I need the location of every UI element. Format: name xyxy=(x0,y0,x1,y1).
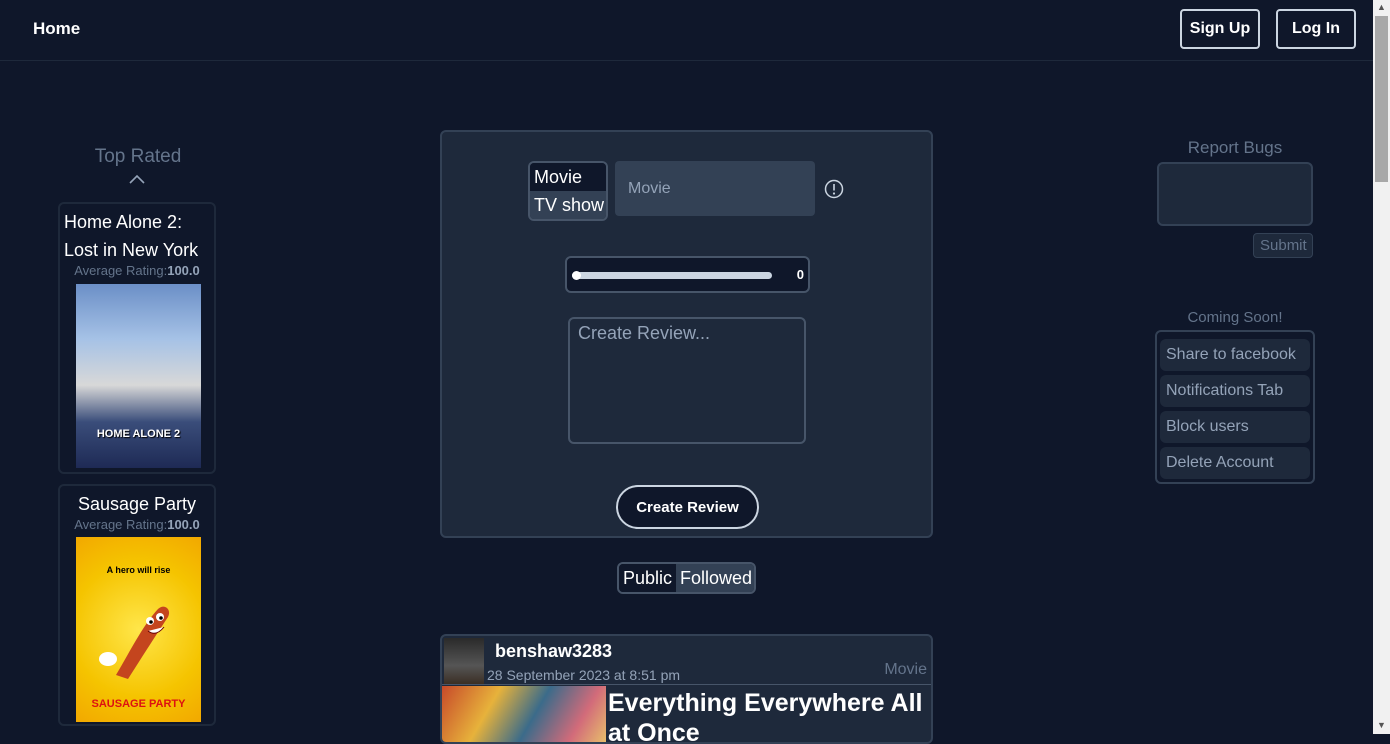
post-media-type: Movie xyxy=(884,661,927,678)
log-in-button[interactable]: Log In xyxy=(1276,9,1356,49)
coming-soon-list: Share to facebook Notifications Tab Bloc… xyxy=(1155,330,1315,484)
rating-value: 0 xyxy=(796,267,804,282)
post-username[interactable]: benshaw3283 xyxy=(495,641,612,662)
movie-title: Sausage Party xyxy=(77,494,197,514)
review-post[interactable]: benshaw3283 28 September 2023 at 8:51 pm… xyxy=(440,634,933,744)
home-link[interactable]: Home xyxy=(33,19,80,39)
feed-public-tab[interactable]: Public xyxy=(619,564,677,592)
movie-poster: HOME ALONE 2 xyxy=(76,284,201,468)
post-date: 28 September 2023 at 8:51 pm xyxy=(487,667,681,683)
media-type-movie[interactable]: Movie xyxy=(530,163,606,191)
coming-soon-delete-account[interactable]: Delete Account xyxy=(1160,447,1310,479)
movie-title: Home Alone 2: Lost in New York xyxy=(64,212,199,260)
coming-soon-block-users[interactable]: Block users xyxy=(1160,411,1310,443)
title-search-input[interactable] xyxy=(615,161,815,216)
scroll-down-arrow-icon[interactable]: ▼ xyxy=(1377,720,1386,730)
scroll-thumb[interactable] xyxy=(1375,16,1388,182)
post-title[interactable]: Everything Everywhere All at Once xyxy=(608,688,928,742)
rating-slider[interactable]: 0 xyxy=(565,256,810,293)
post-divider xyxy=(442,684,931,685)
page-scrollbar[interactable]: ▲ ▼ xyxy=(1373,0,1390,734)
rating-slider-track[interactable] xyxy=(572,271,772,280)
review-textarea[interactable] xyxy=(568,317,806,444)
rating-value: 100.0 xyxy=(167,517,200,532)
chevron-up-icon[interactable] xyxy=(128,171,146,187)
avatar[interactable] xyxy=(444,638,484,684)
scroll-up-arrow-icon[interactable]: ▲ xyxy=(1377,2,1386,12)
info-icon[interactable] xyxy=(824,179,844,199)
coming-soon-notifications-tab[interactable]: Notifications Tab xyxy=(1160,375,1310,407)
post-poster-image xyxy=(442,686,606,742)
report-bugs-title: Report Bugs xyxy=(1187,138,1283,157)
poster-tagline: A hero will rise xyxy=(106,565,171,575)
rating-value: 100.0 xyxy=(167,263,200,278)
rating-slider-thumb[interactable] xyxy=(572,271,581,280)
top-rated-card-home-alone-2[interactable]: Home Alone 2: Lost in New York Average R… xyxy=(58,202,216,474)
top-nav: Home Sign Up Log In xyxy=(0,0,1373,61)
coming-soon-share-to-facebook[interactable]: Share to facebook xyxy=(1160,339,1310,371)
top-rated-title: Top Rated xyxy=(94,146,182,167)
report-bugs-input[interactable] xyxy=(1157,162,1313,226)
create-review-button[interactable]: Create Review xyxy=(616,485,759,529)
average-rating: Average Rating:100.0 xyxy=(60,264,214,278)
create-review-panel: Movie TV show 0 Create Review xyxy=(440,130,933,538)
sausage-character-image xyxy=(99,606,170,679)
average-rating: Average Rating:100.0 xyxy=(60,518,214,532)
poster-title-text: HOME ALONE 2 xyxy=(96,428,181,440)
report-submit-button[interactable]: Submit xyxy=(1253,233,1313,258)
media-type-tv-show[interactable]: TV show xyxy=(530,191,606,219)
rating-label: Average Rating: xyxy=(74,263,168,278)
feed-followed-tab[interactable]: Followed xyxy=(676,564,754,592)
coming-soon-title: Coming Soon! xyxy=(1187,309,1283,326)
poster-title-text: SAUSAGE PARTY xyxy=(91,698,186,710)
rating-label: Average Rating: xyxy=(74,517,168,532)
top-rated-card-sausage-party[interactable]: Sausage Party Average Rating:100.0 A her… xyxy=(58,484,216,726)
media-type-toggle[interactable]: Movie TV show xyxy=(528,161,608,221)
sign-up-button[interactable]: Sign Up xyxy=(1180,9,1260,49)
movie-poster: A hero will rise SAUSAGE PARTY xyxy=(76,537,201,722)
feed-toggle[interactable]: Public Followed xyxy=(617,562,756,594)
